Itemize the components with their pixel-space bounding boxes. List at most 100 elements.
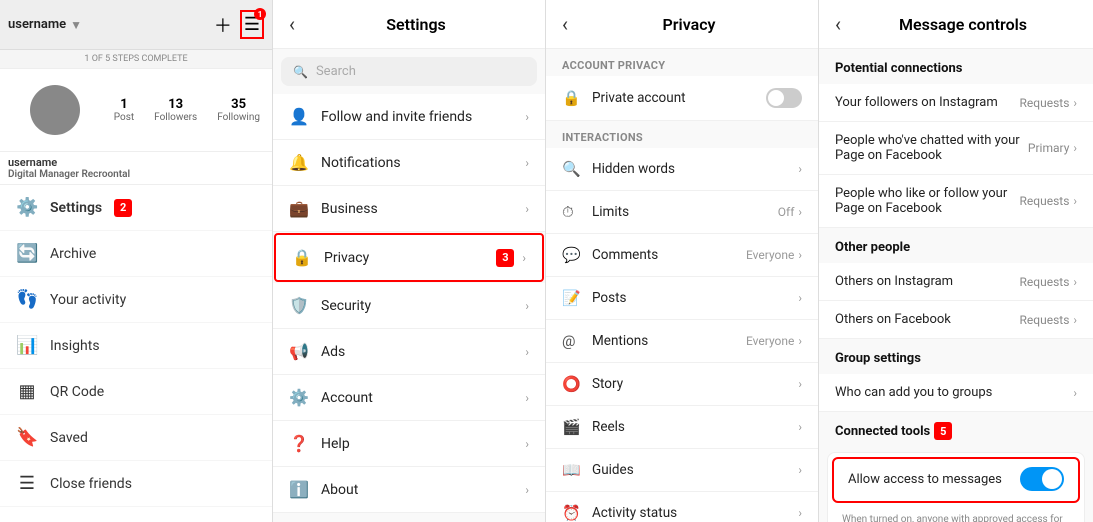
chevron-right-icon: › bbox=[798, 205, 802, 219]
stat-followers: 13 Followers bbox=[154, 97, 197, 123]
archive-icon: 🔄 bbox=[16, 243, 38, 264]
privacy-item-mentions[interactable]: @ Mentions Everyone › bbox=[546, 320, 818, 363]
settings-item-account[interactable]: ⚙️ Account › bbox=[273, 375, 545, 421]
message-controls-content: Potential connections Your followers on … bbox=[819, 49, 1093, 522]
settings-search-placeholder: Search bbox=[316, 64, 356, 79]
chevron-icon: › bbox=[525, 391, 529, 405]
potential-connections-title: Potential connections bbox=[819, 49, 1093, 84]
posts-icon: 📝 bbox=[562, 289, 582, 307]
profile-header: username ▼ ＋ ☰ 1 bbox=[0, 0, 272, 50]
settings-item-security[interactable]: 🛡️ Security › bbox=[273, 283, 545, 329]
messages-back-button[interactable]: ‹ bbox=[835, 12, 841, 36]
about-icon: ℹ️ bbox=[289, 480, 309, 499]
settings-search-box[interactable]: 🔍 Search bbox=[281, 57, 537, 86]
msg-item-like-follow-facebook[interactable]: People who like or follow your Page on F… bbox=[819, 175, 1093, 228]
comments-icon: 💬 bbox=[562, 246, 582, 264]
settings-item-about[interactable]: ℹ️ About › bbox=[273, 467, 545, 513]
ads-icon: 📢 bbox=[289, 342, 309, 361]
privacy-list: Account privacy 🔒 Private account Intera… bbox=[546, 49, 818, 522]
group-settings-title: Group settings bbox=[819, 339, 1093, 374]
chevron-icon: › bbox=[525, 483, 529, 497]
privacy-item-activity-status[interactable]: ⏰ Activity status › bbox=[546, 492, 818, 522]
settings-item-business[interactable]: 💼 Business › bbox=[273, 186, 545, 232]
privacy-item-posts[interactable]: 📝 Posts › bbox=[546, 277, 818, 320]
menu-item-saved-label: Saved bbox=[50, 430, 88, 446]
chevron-icon: › bbox=[525, 299, 529, 313]
privacy-panel: ‹ Privacy Account privacy 🔒 Private acco… bbox=[546, 0, 819, 522]
steps-bar: 1 OF 5 STEPS COMPLETE bbox=[0, 50, 272, 69]
security-icon: 🛡️ bbox=[289, 296, 309, 315]
privacy-header: ‹ Privacy bbox=[546, 0, 818, 49]
profile-menu: ⚙️ Settings 2 🔄 Archive 👣 Your activity … bbox=[0, 185, 272, 522]
settings-title: Settings bbox=[303, 15, 529, 34]
settings-item-ads[interactable]: 📢 Ads › bbox=[273, 329, 545, 375]
privacy-item-story[interactable]: ⭕ Story › bbox=[546, 363, 818, 406]
private-account-toggle[interactable] bbox=[766, 88, 802, 108]
privacy-item-guides[interactable]: 📖 Guides › bbox=[546, 449, 818, 492]
chevron-right-icon: › bbox=[1073, 141, 1077, 155]
privacy-item-comments[interactable]: 💬 Comments Everyone › bbox=[546, 234, 818, 277]
settings-panel: ‹ Settings 🔍 Search 👤 Follow and invite … bbox=[273, 0, 546, 522]
add-icon[interactable]: ＋ bbox=[214, 12, 232, 38]
insights-icon: 📊 bbox=[16, 335, 38, 356]
settings-item-notifications[interactable]: 🔔 Notifications › bbox=[273, 140, 545, 186]
settings-back-button[interactable]: ‹ bbox=[289, 12, 295, 36]
follow-icon: 👤 bbox=[289, 107, 309, 126]
chevron-right-icon: › bbox=[798, 291, 802, 305]
connected-tools-box: Allow access to messages When turned on,… bbox=[827, 452, 1085, 522]
profile-name-area: username ▼ bbox=[8, 17, 82, 32]
chevron-right-icon: › bbox=[1073, 386, 1077, 400]
connected-tools-title: Connected tools bbox=[835, 424, 930, 439]
mentions-icon: @ bbox=[562, 332, 582, 350]
settings-item-follow[interactable]: 👤 Follow and invite friends › bbox=[273, 94, 545, 140]
chevron-right-icon: › bbox=[798, 377, 802, 391]
menu-item-saved[interactable]: 🔖 Saved bbox=[0, 415, 272, 461]
msg-item-chatted-facebook[interactable]: People who've chatted with your Page on … bbox=[819, 122, 1093, 175]
chevron-icon: › bbox=[525, 437, 529, 451]
msg-item-followers-instagram[interactable]: Your followers on Instagram Requests › bbox=[819, 84, 1093, 122]
profile-bio: username Digital Manager Recroontal bbox=[0, 152, 272, 185]
menu-item-qrcode-label: QR Code bbox=[50, 384, 104, 400]
menu-item-settings-label: Settings bbox=[50, 200, 102, 216]
allow-access-label: Allow access to messages bbox=[848, 472, 1002, 487]
menu-item-archive-label: Archive bbox=[50, 246, 96, 262]
saved-icon: 🔖 bbox=[16, 427, 38, 448]
menu-item-archive[interactable]: 🔄 Archive bbox=[0, 231, 272, 277]
privacy-back-button[interactable]: ‹ bbox=[562, 12, 568, 36]
privacy-item-reels[interactable]: 🎬 Reels › bbox=[546, 406, 818, 449]
menu-item-insights[interactable]: 📊 Insights bbox=[0, 323, 272, 369]
profile-stats: 1 Post 13 Followers 35 Following bbox=[114, 97, 260, 123]
settings-item-privacy[interactable]: 🔒 Privacy 3 › bbox=[274, 233, 544, 282]
menu-item-activity[interactable]: 👣 Your activity bbox=[0, 277, 272, 323]
menu-item-close-friends[interactable]: ☰ Close friends bbox=[0, 461, 272, 507]
privacy-section-interactions: Interactions bbox=[546, 121, 818, 148]
other-people-title: Other people bbox=[819, 228, 1093, 263]
menu-item-interests[interactable]: ☆ Manage Interests bbox=[0, 507, 272, 522]
chevron-right-icon: › bbox=[1073, 96, 1077, 110]
account-icon: ⚙️ bbox=[289, 388, 309, 407]
settings-item-help[interactable]: ❓ Help › bbox=[273, 421, 545, 467]
msg-item-others-facebook[interactable]: Others on Facebook Requests › bbox=[819, 301, 1093, 339]
chevron-icon: › bbox=[525, 345, 529, 359]
allow-access-description: When turned on, anyone with approved acc… bbox=[828, 507, 1084, 522]
privacy-item-limits[interactable]: ⏱ Limits Off › bbox=[546, 191, 818, 234]
msg-item-others-instagram[interactable]: Others on Instagram Requests › bbox=[819, 263, 1093, 301]
chevron-right-icon: › bbox=[1073, 313, 1077, 327]
allow-access-row: Allow access to messages bbox=[832, 457, 1080, 503]
privacy-icon: 🔒 bbox=[292, 248, 312, 267]
privacy-item-private-account[interactable]: 🔒 Private account bbox=[546, 76, 818, 121]
profile-header-icons: ＋ ☰ 1 bbox=[214, 10, 264, 39]
menu-item-qrcode[interactable]: ▦ QR Code bbox=[0, 369, 272, 415]
menu-item-activity-label: Your activity bbox=[50, 292, 126, 308]
chevron-right-icon: › bbox=[798, 248, 802, 262]
chevron-right-icon: › bbox=[798, 162, 802, 176]
allow-access-toggle[interactable] bbox=[1020, 467, 1064, 491]
search-icon: 🔍 bbox=[293, 65, 308, 79]
msg-item-add-to-groups[interactable]: Who can add you to groups › bbox=[819, 374, 1093, 412]
privacy-item-hidden-words[interactable]: 🔍 Hidden words › bbox=[546, 148, 818, 191]
guides-icon: 📖 bbox=[562, 461, 582, 479]
privacy-title: Privacy bbox=[576, 15, 802, 34]
menu-item-settings[interactable]: ⚙️ Settings 2 bbox=[0, 185, 272, 231]
menu-icon[interactable]: ☰ 1 bbox=[240, 10, 264, 39]
menu-badge: 1 bbox=[254, 8, 266, 20]
